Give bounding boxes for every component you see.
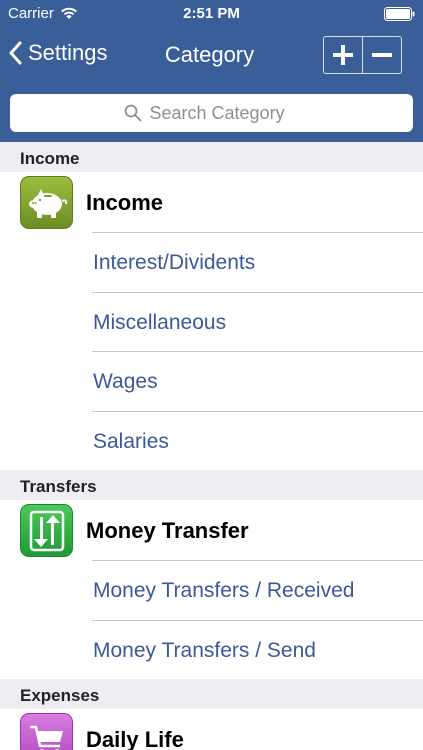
category-row-daily-life[interactable]: Daily Life <box>0 709 423 750</box>
category-list: Income Income Interest/Dividents Miscell… <box>0 142 423 750</box>
subcategory-row[interactable]: Money Transfers / Received <box>0 560 423 620</box>
chevron-left-icon <box>9 41 22 65</box>
minus-icon <box>372 53 392 57</box>
category-label: Daily Life <box>86 727 184 750</box>
search-input[interactable] <box>149 102 300 124</box>
add-remove-control <box>323 36 402 74</box>
piggy-bank-icon <box>20 176 73 229</box>
section-header-income: Income <box>0 142 423 172</box>
search-box[interactable] <box>10 94 413 132</box>
shopping-cart-icon <box>20 713 73 750</box>
subcategory-label: Interest/Dividents <box>93 251 256 274</box>
subcategory-label: Miscellaneous <box>93 310 227 334</box>
plus-icon <box>333 45 353 65</box>
subcategory-row[interactable]: Salaries <box>0 410 423 471</box>
status-bar: Carrier 2:51 PM <box>0 0 423 28</box>
battery-icon <box>384 7 415 21</box>
category-label: Money Transfer <box>86 518 249 543</box>
add-button[interactable] <box>324 37 362 73</box>
clock: 2:51 PM <box>183 5 240 22</box>
navigation-bar: Settings Category <box>0 28 423 84</box>
transfer-arrows-icon <box>20 504 73 557</box>
search-area <box>0 84 423 142</box>
section-header-transfers: Transfers <box>0 470 423 500</box>
subcategory-row[interactable]: Interest/Dividents <box>0 232 423 292</box>
subcategory-label: Wages <box>93 370 158 393</box>
subcategory-row[interactable]: Wages <box>0 351 423 411</box>
category-label: Income <box>86 190 164 215</box>
section-header-expenses: Expenses <box>0 679 423 709</box>
back-button[interactable]: Settings <box>8 40 108 66</box>
subcategory-label: Salaries <box>93 429 169 453</box>
category-row-income[interactable]: Income <box>0 172 423 232</box>
remove-button[interactable] <box>362 37 401 73</box>
subcategory-label: Money Transfers / Received <box>93 579 355 602</box>
category-row-money-transfer[interactable]: Money Transfer <box>0 500 423 560</box>
subcategory-label: Money Transfers / Send <box>93 638 316 662</box>
subcategory-row[interactable]: Miscellaneous <box>0 291 423 352</box>
search-icon <box>124 104 141 122</box>
back-label: Settings <box>28 40 108 65</box>
subcategory-row[interactable]: Money Transfers / Send <box>0 619 423 680</box>
